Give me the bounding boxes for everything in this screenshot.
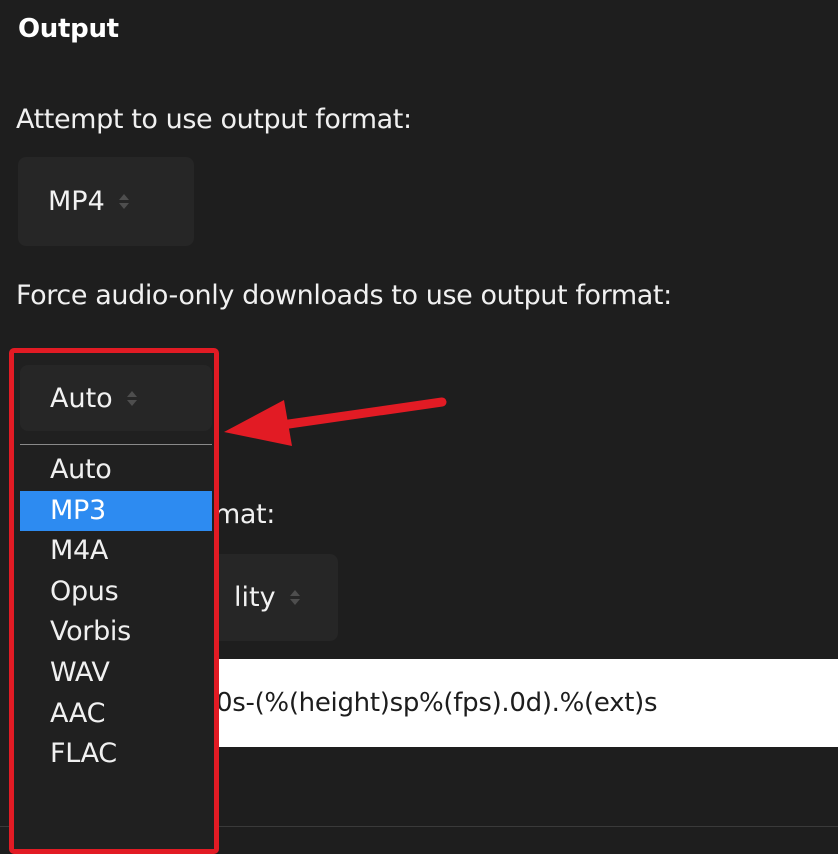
option-wav[interactable]: WAV [20, 653, 212, 694]
option-flac[interactable]: FLAC [20, 734, 212, 775]
audio-format-select[interactable]: Auto [20, 365, 212, 431]
audio-format-dropdown-highlight: Auto Auto MP3 M4A Opus Vorbis WAV AAC FL… [9, 348, 219, 854]
quality-select-value: lity [234, 582, 276, 613]
audio-format-options: Auto MP3 M4A Opus Vorbis WAV AAC FLAC [20, 450, 212, 775]
audio-format-label: Force audio-only downloads to use output… [16, 280, 672, 311]
option-vorbis[interactable]: Vorbis [20, 612, 212, 653]
select-arrows-icon [289, 590, 300, 605]
dropdown-divider [20, 444, 212, 445]
output-format-select[interactable]: MP4 [18, 157, 194, 246]
output-format-label: Attempt to use output format: [16, 104, 412, 135]
option-mp3[interactable]: MP3 [20, 490, 212, 532]
quality-format-label: mat: [214, 499, 275, 530]
option-auto[interactable]: Auto [20, 450, 212, 491]
annotation-arrow-icon [224, 397, 447, 446]
option-m4a[interactable]: M4A [20, 531, 212, 572]
option-aac[interactable]: AAC [20, 694, 212, 735]
audio-format-value: Auto [50, 382, 113, 414]
select-arrows-icon [118, 194, 129, 209]
option-opus[interactable]: Opus [20, 572, 212, 613]
select-arrows-icon [126, 390, 137, 406]
output-format-value: MP4 [48, 186, 105, 217]
filename-template-input[interactable] [180, 659, 838, 747]
section-heading: Output [18, 14, 119, 44]
